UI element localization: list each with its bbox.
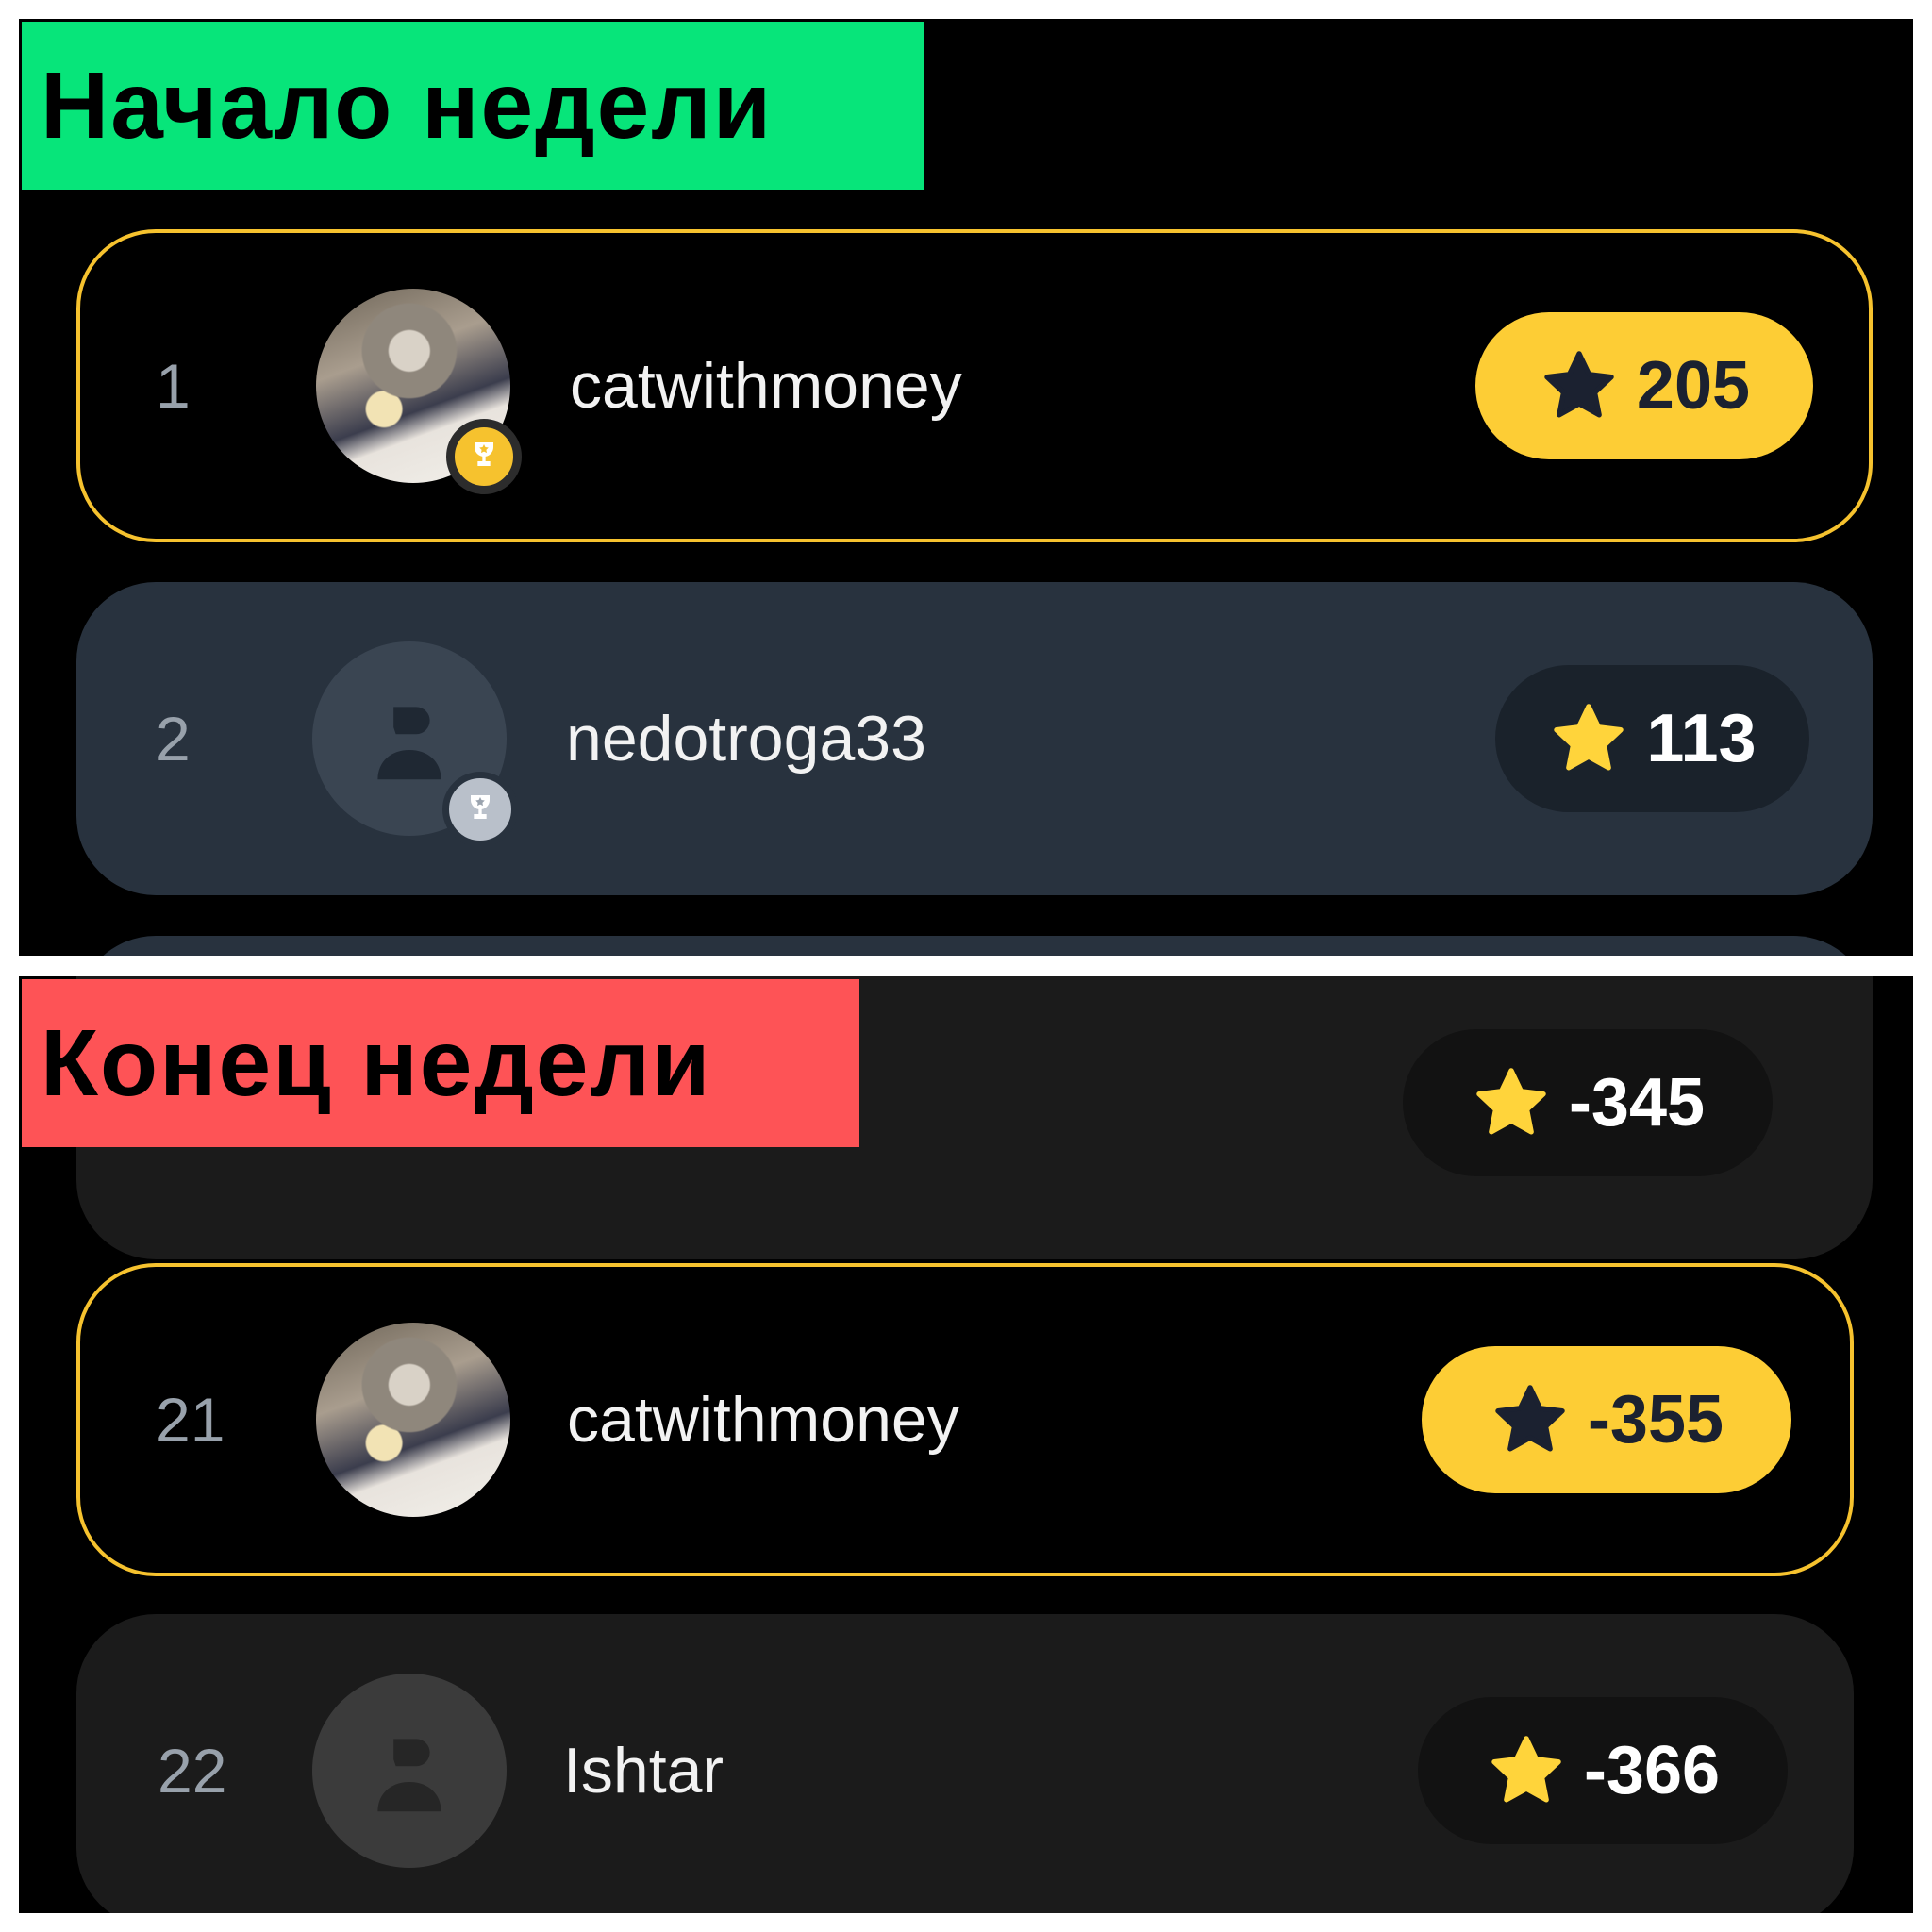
end-week-panel: -345 Конец недели 21 catwithmoney -355 2…	[19, 976, 1913, 1913]
star-icon	[1554, 704, 1624, 771]
trophy-icon	[446, 419, 522, 494]
start-week-panel: Начало недели 1 catwithmoney 205 2 nedot…	[19, 19, 1913, 956]
score-value: -355	[1587, 1382, 1724, 1457]
leaderboard-row[interactable]: 2 nedotroga33 113	[76, 582, 1873, 895]
leaderboard-row[interactable]: 22 Ishtar -366	[76, 1614, 1854, 1913]
avatar	[312, 1674, 507, 1868]
score-value: 113	[1646, 701, 1757, 776]
rank-number: 2	[156, 704, 191, 774]
score-badge: -345	[1403, 1029, 1773, 1176]
star-icon	[1476, 1068, 1546, 1135]
star-icon	[1544, 351, 1614, 418]
leaderboard-row-current-user[interactable]: 1 catwithmoney 205	[76, 229, 1873, 542]
user-placeholder-icon	[312, 1674, 507, 1868]
username: catwithmoney	[570, 350, 962, 422]
username: nedotroga33	[566, 703, 926, 774]
avatar	[316, 1323, 510, 1517]
score-badge: -355	[1422, 1346, 1791, 1493]
rank-number: 21	[156, 1385, 225, 1455]
end-week-label: Конец недели	[22, 979, 859, 1147]
star-icon	[1495, 1385, 1565, 1452]
leaderboard-row-current-user[interactable]: 21 catwithmoney -355	[76, 1263, 1854, 1576]
score-value: -366	[1583, 1733, 1721, 1808]
rank-number: 1	[156, 351, 191, 421]
leaderboard-row-partial[interactable]	[76, 936, 1873, 956]
trophy-icon	[442, 772, 518, 847]
start-week-label: Начало недели	[22, 22, 924, 190]
username: Ishtar	[563, 1735, 724, 1807]
score-badge: 205	[1475, 312, 1813, 459]
avatar	[312, 641, 518, 847]
avatar	[316, 289, 522, 494]
score-badge: -366	[1418, 1697, 1788, 1844]
score-value: 205	[1636, 348, 1751, 424]
score-value: -345	[1568, 1065, 1706, 1141]
score-badge: 113	[1495, 665, 1809, 812]
rank-number: 22	[158, 1736, 227, 1806]
username: catwithmoney	[567, 1384, 959, 1456]
star-icon	[1491, 1736, 1561, 1803]
